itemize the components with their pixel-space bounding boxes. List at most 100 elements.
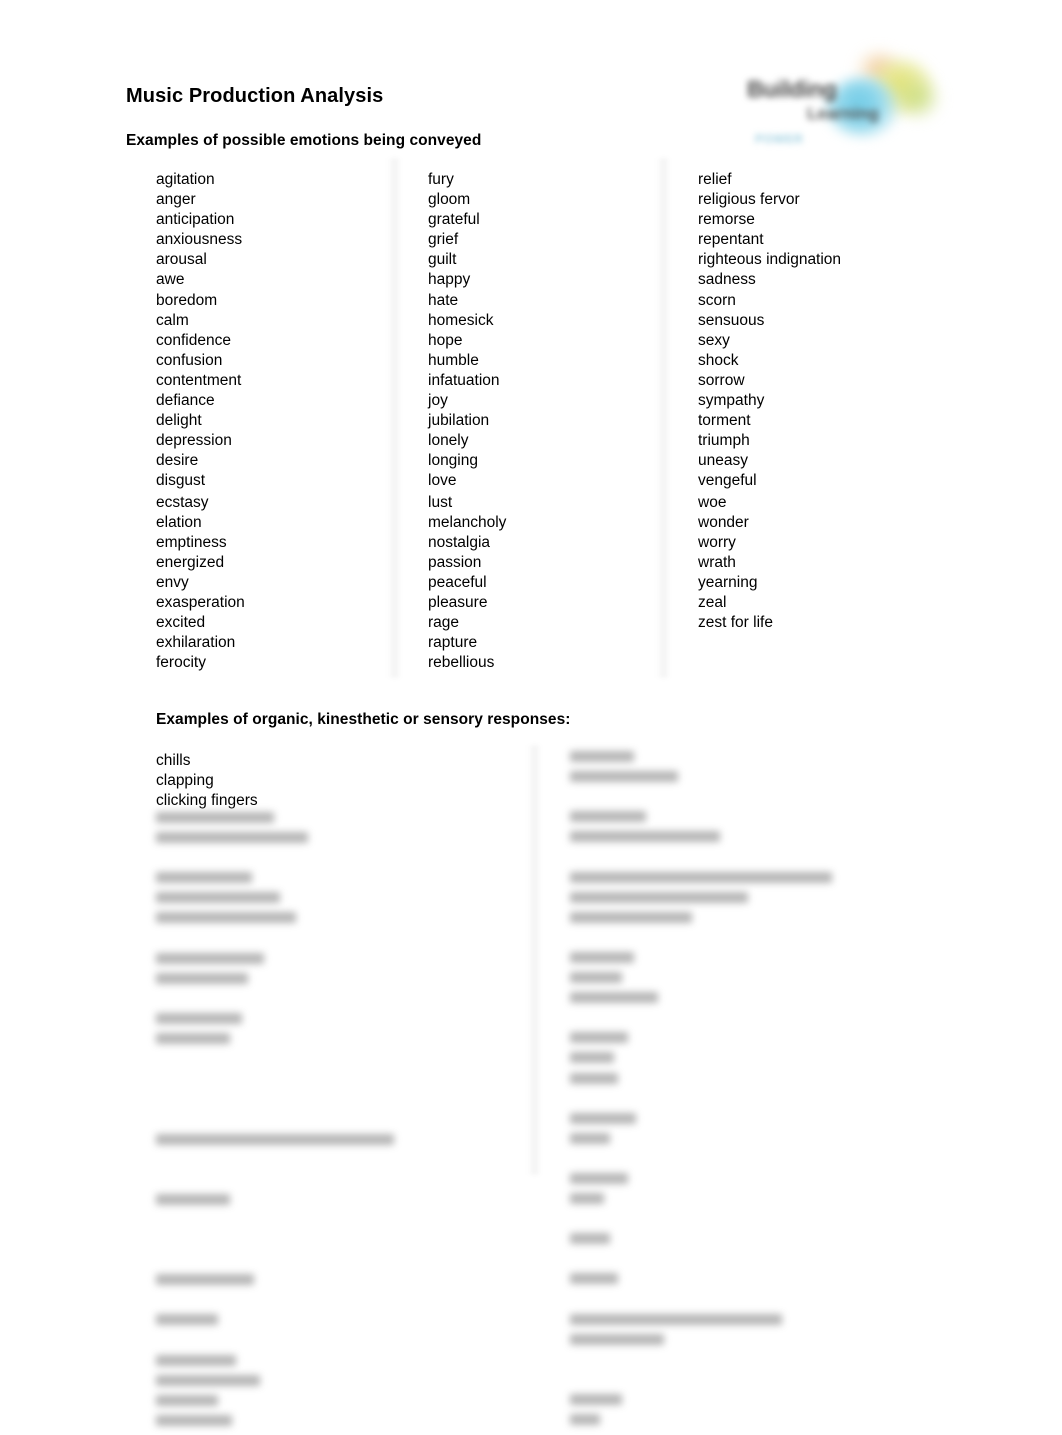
emotion-word: yearning xyxy=(698,574,758,592)
emotion-word: torment xyxy=(698,412,751,430)
emotion-word: melancholy xyxy=(428,513,507,531)
emotion-word: vengeful xyxy=(698,472,757,490)
logo-blob-blue-icon xyxy=(827,78,899,136)
emotion-word: zeal xyxy=(698,594,727,612)
redacted-line xyxy=(156,1033,230,1045)
redacted-line xyxy=(570,891,748,903)
emotion-word: infatuation xyxy=(428,371,500,389)
emotion-word: confusion xyxy=(156,351,223,369)
column-separator xyxy=(387,158,401,678)
emotion-word: anticipation xyxy=(156,211,235,229)
redacted-line xyxy=(156,1354,236,1366)
logo-blob-green-icon xyxy=(897,78,939,118)
emotion-word: lust xyxy=(428,493,453,511)
redacted-text-block-right xyxy=(570,751,832,1434)
redacted-line xyxy=(156,1133,394,1145)
emotion-word: wonder xyxy=(698,513,749,531)
column-separator xyxy=(656,158,670,678)
redacted-line xyxy=(570,811,646,823)
redacted-line xyxy=(570,1233,610,1245)
emotion-word: love xyxy=(428,472,457,490)
emotion-word: emptiness xyxy=(156,533,227,551)
redacted-line xyxy=(156,1374,260,1386)
redacted-line xyxy=(570,1193,604,1205)
emotion-word: disgust xyxy=(156,472,206,490)
emotion-word: confidence xyxy=(156,331,231,349)
redacted-line xyxy=(156,812,274,823)
logo-wordmark: Building xyxy=(747,76,837,102)
emotion-word: agitation xyxy=(156,171,215,188)
emotion-word: guilt xyxy=(428,251,457,269)
redacted-line xyxy=(570,1414,600,1426)
emotion-word: wrath xyxy=(698,553,736,571)
logo-wordmark-secondary: Learning xyxy=(807,104,879,123)
emotion-word: triumph xyxy=(698,432,750,450)
emotion-word: worry xyxy=(698,533,736,551)
redacted-line xyxy=(156,912,296,924)
emotion-word: homesick xyxy=(428,311,494,329)
redacted-line xyxy=(156,1274,254,1286)
emotion-word: joy xyxy=(428,392,448,410)
emotion-word: delight xyxy=(156,412,202,430)
emotion-word: desire xyxy=(156,452,199,470)
redacted-line xyxy=(570,992,658,1004)
emotion-word: anxiousness xyxy=(156,231,243,249)
logo-blob-orange-icon xyxy=(857,52,901,86)
emotion-word: relief xyxy=(698,171,732,188)
emotion-word: shock xyxy=(698,351,739,369)
emotion-word: uneasy xyxy=(698,452,748,470)
redacted-line xyxy=(570,771,678,783)
redacted-line xyxy=(570,1132,610,1144)
redacted-line xyxy=(570,751,634,762)
emotion-word: humble xyxy=(428,351,479,369)
redacted-line xyxy=(570,951,634,963)
column-separator xyxy=(527,745,541,1175)
redacted-line xyxy=(570,911,692,923)
emotion-word: contentment xyxy=(156,371,242,389)
emotion-word: sexy xyxy=(698,331,730,349)
emotion-word: sensuous xyxy=(698,311,765,329)
redacted-line xyxy=(570,1112,636,1124)
redacted-line xyxy=(156,952,264,964)
emotion-word: ecstasy xyxy=(156,493,209,511)
emotion-word: defiance xyxy=(156,392,215,410)
emotion-word: ferocity xyxy=(156,654,206,672)
emotion-word: rage xyxy=(428,614,460,632)
sensory-word: chills xyxy=(156,752,191,769)
sensory-word: clicking fingers xyxy=(156,792,258,810)
emotion-word: exhilaration xyxy=(156,634,236,652)
emotion-word: excited xyxy=(156,614,206,632)
emotion-word: hate xyxy=(428,291,459,309)
redacted-line xyxy=(570,871,832,883)
emotion-word: depression xyxy=(156,432,232,450)
redacted-line xyxy=(156,972,248,984)
emotion-word: pleasure xyxy=(428,594,488,612)
redacted-line xyxy=(570,1273,618,1285)
emotion-word: calm xyxy=(156,311,189,329)
redacted-line xyxy=(570,1394,622,1405)
redacted-text-block-left xyxy=(156,812,394,1435)
redacted-line xyxy=(156,1414,232,1426)
emotion-word: energized xyxy=(156,553,225,571)
emotion-word: sympathy xyxy=(698,392,765,410)
organization-logo: Building Learning POWER xyxy=(745,52,939,164)
redacted-line xyxy=(156,1012,242,1024)
emotion-word: jubilation xyxy=(428,412,490,430)
redacted-line xyxy=(570,1313,782,1325)
emotion-word: sadness xyxy=(698,271,756,289)
emotion-word: sorrow xyxy=(698,371,745,389)
emotion-word: fury xyxy=(428,171,454,188)
emotion-word: exasperation xyxy=(156,594,245,612)
emotion-word: boredom xyxy=(156,291,218,309)
page-title: Music Production Analysis xyxy=(126,85,384,107)
emotion-word: awe xyxy=(156,271,185,289)
emotion-word: envy xyxy=(156,574,189,592)
redacted-line xyxy=(156,1193,230,1205)
emotions-column-3: relief religious fervor remorse repentant ri… xyxy=(698,170,841,633)
redacted-line xyxy=(570,1072,618,1084)
redacted-line xyxy=(570,1333,664,1345)
redacted-line xyxy=(156,832,308,844)
emotion-word: grief xyxy=(428,231,459,249)
section-heading-emotions: Examples of possible emotions being conv… xyxy=(126,132,482,149)
redacted-line xyxy=(570,1172,628,1184)
